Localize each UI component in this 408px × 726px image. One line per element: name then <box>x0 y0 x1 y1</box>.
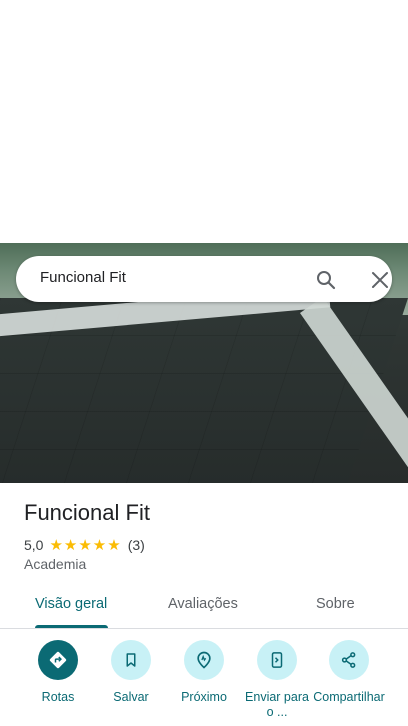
reviews-count: (3) <box>127 537 145 553</box>
directions-label: Rotas <box>41 690 75 704</box>
nearby-button[interactable]: Próximo <box>164 640 244 705</box>
save-button[interactable]: Salvar <box>91 640 171 705</box>
nearby-icon <box>184 640 224 680</box>
send-to-phone-icon <box>257 640 297 680</box>
tab-reviews[interactable]: Avaliações <box>168 596 238 612</box>
save-label: Salvar <box>113 690 149 704</box>
share-label: Compartilhar <box>313 690 385 704</box>
search-query[interactable]: Funcional Fit <box>40 269 126 286</box>
share-icon <box>329 640 369 680</box>
action-buttons: Rotas Salvar Próximo Enviar para o ... C… <box>0 640 408 726</box>
nearby-label: Próximo <box>181 690 227 704</box>
tab-overview[interactable]: Visão geral <box>35 596 107 612</box>
send-to-phone-label: Enviar para o ... <box>245 690 309 719</box>
map-area-blank <box>0 0 408 243</box>
share-button[interactable]: Compartilhar <box>309 640 389 705</box>
directions-button[interactable]: Rotas <box>18 640 98 705</box>
tab-about[interactable]: Sobre <box>316 596 355 612</box>
active-tab-indicator <box>35 625 108 628</box>
star-rating-icon: ★★★★★ <box>49 537 122 554</box>
place-category: Academia <box>24 556 87 572</box>
bookmark-icon <box>111 640 151 680</box>
place-name: Funcional Fit <box>24 500 150 525</box>
directions-icon <box>38 640 78 680</box>
place-tabs: Visão geral Avaliações Sobre <box>0 584 408 629</box>
rating-value: 5,0 <box>24 537 44 553</box>
search-bar[interactable]: Funcional Fit <box>16 256 392 302</box>
search-icon[interactable] <box>314 268 338 292</box>
close-icon[interactable] <box>368 268 392 292</box>
rating-row[interactable]: 5,0 ★★★★★ (3) <box>24 536 145 554</box>
send-to-phone-button[interactable]: Enviar para o ... <box>237 640 317 720</box>
